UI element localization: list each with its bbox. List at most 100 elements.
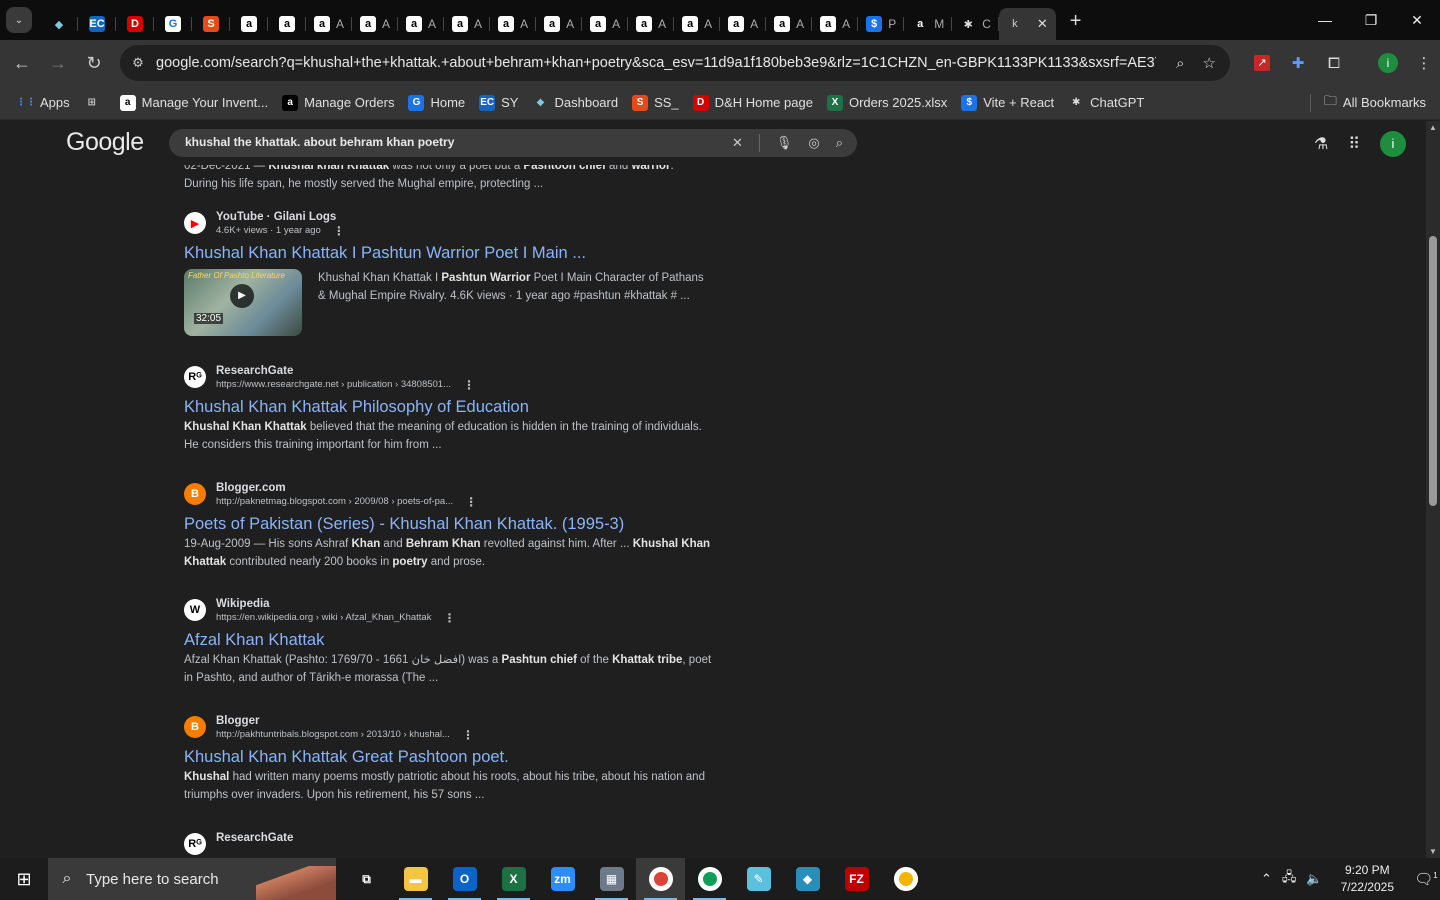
bookmark-item[interactable]: ✱ ChatGPT [1068, 95, 1144, 111]
bookmark-item[interactable]: D D&H Home page [692, 94, 813, 111]
taskbar-clock[interactable]: 9:20 PM 7/22/2025 [1341, 862, 1394, 896]
taskbar-app-button[interactable]: X [489, 858, 538, 900]
page-scrollbar[interactable]: ▲ ▼ [1426, 121, 1440, 858]
volume-icon[interactable]: 🔈 [1306, 871, 1322, 887]
back-button[interactable]: ← [4, 53, 40, 74]
bookmark-item[interactable]: $ Vite + React [961, 94, 1054, 111]
new-tab-button[interactable]: + [1070, 10, 1082, 33]
taskbar-app-button[interactable]: ● [685, 858, 734, 900]
video-thumbnail[interactable]: Father Of Pashto Literature ▶ 32:05 [184, 269, 302, 336]
browser-menu-icon[interactable]: ⋮ [1406, 46, 1440, 80]
browser-tab[interactable]: aA [306, 8, 353, 40]
browser-tab[interactable]: aA [352, 8, 399, 40]
all-bookmarks-button[interactable]: 🗀 All Bookmarks [1324, 92, 1426, 114]
result-source[interactable]: B Blogger.com http://paknetmag.blogspot.co… [184, 481, 714, 509]
extension-puzzle-blue-icon[interactable]: ✚ [1280, 46, 1316, 80]
taskbar-search[interactable]: ⌕ Type here to search [48, 858, 336, 900]
network-icon[interactable]: 🖧 [1282, 868, 1297, 890]
search-icon[interactable]: ⌕ [836, 135, 843, 151]
forward-button[interactable]: → [40, 53, 76, 74]
lens-search-icon[interactable]: ◎ [808, 135, 819, 151]
tray-overflow-icon[interactable]: ⌃ [1261, 871, 1272, 887]
browser-tab[interactable]: aA [812, 8, 859, 40]
windows-start-icon[interactable]: ⊞ [0, 869, 48, 890]
bookmark-star-icon[interactable]: ☆ [1203, 54, 1216, 72]
bookmark-item[interactable]: G Home [408, 94, 465, 111]
browser-tab[interactable]: aA [766, 8, 813, 40]
search-input[interactable] [185, 135, 705, 149]
taskbar-app-button[interactable]: zm [538, 858, 587, 900]
tab-search-button[interactable]: ⌄ [6, 7, 32, 33]
result-title-link[interactable]: Afzal Khan Khattak [184, 629, 714, 651]
bookmark-item[interactable]: ⊞ [84, 95, 106, 111]
reload-button[interactable]: ↻ [76, 53, 112, 74]
result-source[interactable]: B Blogger http://pakhtuntribals.blogspot.c… [184, 714, 714, 742]
browser-tab[interactable]: aA [398, 8, 445, 40]
active-tab[interactable]: k ✕ [998, 8, 1056, 40]
result-source[interactable]: Rᴳ ResearchGate [184, 831, 714, 855]
google-profile-avatar[interactable]: i [1380, 131, 1406, 157]
browser-tab[interactable]: a [230, 8, 268, 40]
voice-search-icon[interactable]: 🎙 [776, 135, 793, 151]
taskbar-app-button[interactable]: ● [881, 858, 930, 900]
profile-avatar[interactable]: i [1370, 46, 1406, 80]
browser-tab[interactable]: aA [674, 8, 721, 40]
address-bar[interactable]: ⚙ google.com/search?q=khushal+the+khatta… [120, 45, 1230, 81]
browser-tab[interactable]: aA [444, 8, 491, 40]
taskbar-app-button[interactable]: ▬ [391, 858, 440, 900]
bookmark-item[interactable]: S SS_ [632, 94, 679, 111]
zoom-icon[interactable]: ⌕ [1176, 55, 1184, 72]
browser-tab[interactable]: ◆ [40, 8, 78, 40]
result-source[interactable]: Rᴳ ResearchGate https://www.researchgate.n… [184, 364, 714, 392]
google-apps-icon[interactable]: ⠿ [1348, 134, 1360, 154]
browser-tab[interactable]: D [116, 8, 154, 40]
labs-flask-icon[interactable]: ⚗ [1314, 134, 1328, 154]
result-title-link[interactable]: Poets of Pakistan (Series) - Khushal Kha… [184, 513, 714, 535]
result-more-options-icon[interactable]: ⋮ [462, 728, 474, 742]
google-logo[interactable]: Google [66, 128, 144, 157]
taskbar-app-button[interactable]: ◆ [783, 858, 832, 900]
result-source[interactable]: ▶ YouTube · Gilani Logs 4.6K+ views · 1 ye… [184, 210, 714, 238]
bookmark-item[interactable]: X Orders 2025.xlsx [826, 94, 947, 111]
browser-tab[interactable]: $ P [858, 8, 905, 40]
browser-tab[interactable]: aA [536, 8, 583, 40]
taskbar-app-button[interactable]: ✎ [734, 858, 783, 900]
bookmark-item[interactable]: ◆ Dashboard [532, 95, 618, 111]
result-source[interactable]: W Wikipedia https://en.wikipedia.org › wik… [184, 597, 714, 625]
extension-arrow-icon[interactable]: ↗ [1244, 46, 1280, 80]
close-window-button[interactable]: ✕ [1394, 0, 1440, 40]
restore-button[interactable]: ❐ [1348, 0, 1394, 40]
browser-tab[interactable]: ✱ C [952, 8, 999, 40]
scroll-up-arrow-icon[interactable]: ▲ [1429, 123, 1437, 132]
browser-tab[interactable]: S [192, 8, 230, 40]
clear-search-icon[interactable]: ✕ [732, 135, 743, 151]
play-icon[interactable]: ▶ [230, 284, 254, 308]
result-title-link[interactable]: Khushal Khan Khattak Great Pashtoon poet… [184, 746, 714, 768]
scroll-down-arrow-icon[interactable]: ▼ [1429, 847, 1437, 856]
google-search-box[interactable]: ✕ 🎙 ◎ ⌕ [169, 129, 857, 157]
result-more-options-icon[interactable]: ⋮ [465, 495, 477, 509]
browser-tab[interactable]: aM [904, 8, 953, 40]
minimize-button[interactable]: — [1302, 0, 1348, 40]
bookmark-item[interactable]: a Manage Your Invent... [119, 94, 268, 111]
result-more-options-icon[interactable]: ⋮ [333, 224, 345, 238]
scroll-thumb[interactable] [1429, 236, 1437, 506]
browser-tab[interactable]: G [154, 8, 192, 40]
browser-tab[interactable]: aA [720, 8, 767, 40]
extensions-menu-icon[interactable]: ⧠ [1316, 46, 1352, 80]
browser-tab[interactable]: aA [490, 8, 537, 40]
taskbar-app-button[interactable]: FZ [832, 858, 881, 900]
browser-tab[interactable]: a [268, 8, 306, 40]
close-tab-icon[interactable]: ✕ [1037, 16, 1048, 32]
browser-tab[interactable]: aA [582, 8, 629, 40]
result-title-link[interactable]: Khushal Khan Khattak I Pashtun Warrior P… [184, 242, 714, 264]
taskbar-app-button[interactable]: ● [636, 858, 685, 900]
site-info-icon[interactable]: ⚙ [120, 55, 156, 71]
result-title-link[interactable]: Khushal Khan Khattak Philosophy of Educa… [184, 396, 714, 418]
browser-tab[interactable]: EC [78, 8, 116, 40]
result-more-options-icon[interactable]: ⋮ [443, 611, 455, 625]
result-more-options-icon[interactable]: ⋮ [463, 378, 475, 392]
taskbar-app-button[interactable]: ▦ [587, 858, 636, 900]
taskbar-app-button[interactable]: ⧉ [342, 858, 391, 900]
notification-center-icon[interactable]: 🗨1 [1412, 870, 1440, 888]
